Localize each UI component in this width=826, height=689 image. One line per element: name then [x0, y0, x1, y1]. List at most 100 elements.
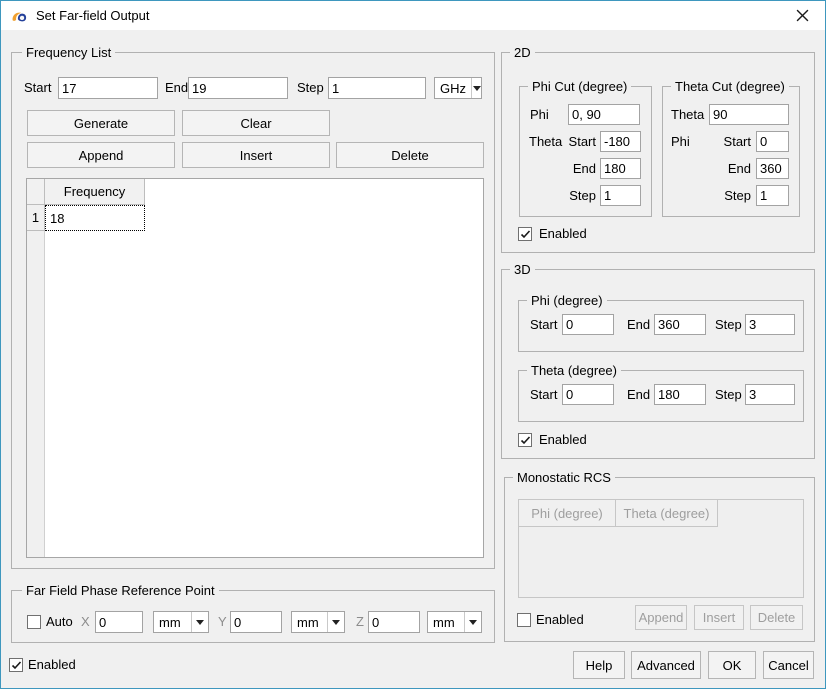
- 3d-phi-start-input[interactable]: [562, 314, 614, 335]
- frequency-list-group: Frequency List Start End Step GHz Genera…: [11, 52, 495, 569]
- theta-cut-group-label: Theta Cut (degree): [671, 79, 789, 94]
- theta-cut-step-input[interactable]: [756, 185, 789, 206]
- phase-reference-group: Far Field Phase Reference Point Auto X m…: [11, 590, 495, 643]
- freq-unit-select[interactable]: GHz: [434, 77, 482, 99]
- monostatic-rcs-table: Phi (degree) Theta (degree): [518, 499, 804, 598]
- check-icon: [520, 229, 531, 240]
- ok-button[interactable]: OK: [708, 651, 756, 679]
- phi-cut-phi-label: Phi: [530, 104, 549, 126]
- phi-cut-step-label: Step: [566, 185, 596, 207]
- freq-step-label: Step: [297, 77, 324, 99]
- phi-cut-step-input[interactable]: [600, 185, 641, 206]
- y-unit-value: mm: [292, 612, 327, 632]
- table-corner-cell[interactable]: [27, 179, 45, 205]
- 3d-theta-group-label: Theta (degree): [527, 363, 621, 378]
- 3d-phi-step-input[interactable]: [745, 314, 795, 335]
- frequency-list-group-label: Frequency List: [22, 45, 115, 60]
- 3d-theta-step-label: Step: [715, 384, 742, 406]
- y-input[interactable]: [230, 611, 282, 633]
- z-input[interactable]: [368, 611, 420, 633]
- 3d-phi-group-label: Phi (degree): [527, 293, 607, 308]
- 3d-theta-start-input[interactable]: [562, 384, 614, 405]
- 3d-enabled-checkbox[interactable]: [518, 433, 532, 447]
- footer-enabled-checkbox[interactable]: [9, 658, 23, 672]
- close-icon: [796, 9, 809, 22]
- phi-cut-group: Phi Cut (degree) Phi Theta Start End Ste…: [519, 86, 652, 217]
- rcs-delete-button: Delete: [750, 605, 803, 630]
- freq-step-input[interactable]: [328, 77, 426, 99]
- monostatic-rcs-group-label: Monostatic RCS: [513, 470, 615, 485]
- z-unit-select[interactable]: mm: [427, 611, 482, 633]
- auto-label: Auto: [46, 611, 73, 633]
- help-button[interactable]: Help: [573, 651, 625, 679]
- phi-cut-phi-input[interactable]: [568, 104, 640, 125]
- 3d-theta-step-input[interactable]: [745, 384, 795, 405]
- app-logo-icon: [11, 7, 28, 24]
- window-title: Set Far-field Output: [36, 8, 149, 23]
- insert-button[interactable]: Insert: [182, 142, 330, 168]
- close-button[interactable]: [787, 4, 817, 28]
- x-input[interactable]: [95, 611, 143, 633]
- z-label: Z: [356, 611, 364, 633]
- theta-cut-start-label: Start: [705, 131, 751, 153]
- rcs-enabled-checkbox[interactable]: [517, 613, 531, 627]
- phi-cut-start-label: Start: [566, 131, 596, 153]
- titlebar: Set Far-field Output: [1, 1, 825, 30]
- rcs-enabled-label: Enabled: [536, 609, 584, 631]
- row-header-1[interactable]: 1: [27, 205, 45, 231]
- cancel-button[interactable]: Cancel: [763, 651, 814, 679]
- append-button[interactable]: Append: [27, 142, 175, 168]
- rcs-theta-column-header: Theta (degree): [616, 500, 718, 527]
- monostatic-rcs-group: Monostatic RCS Phi (degree) Theta (degre…: [504, 477, 815, 642]
- check-icon: [11, 660, 22, 671]
- frequency-cell-1[interactable]: 18: [45, 205, 145, 231]
- freq-end-label: End: [165, 77, 188, 99]
- frequency-column-header[interactable]: Frequency: [45, 179, 145, 205]
- clear-button[interactable]: Clear: [182, 110, 330, 136]
- 2d-enabled-label: Enabled: [539, 223, 587, 245]
- 3d-phi-step-label: Step: [715, 314, 742, 336]
- set-far-field-output-dialog: Set Far-field Output Frequency List Star…: [0, 0, 826, 689]
- frequency-table: Frequency 1 18: [26, 178, 484, 558]
- 3d-group: 3D Phi (degree) Start End Step Theta (de…: [501, 269, 815, 459]
- dropdown-arrow-icon: [191, 612, 208, 632]
- y-unit-select[interactable]: mm: [291, 611, 345, 633]
- theta-cut-start-input[interactable]: [756, 131, 789, 152]
- 3d-theta-end-input[interactable]: [654, 384, 706, 405]
- phi-cut-end-label: End: [566, 158, 596, 180]
- x-unit-value: mm: [154, 612, 191, 632]
- theta-cut-group: Theta Cut (degree) Theta Phi Start End S…: [662, 86, 800, 217]
- advanced-button[interactable]: Advanced: [631, 651, 701, 679]
- phi-cut-group-label: Phi Cut (degree): [528, 79, 631, 94]
- x-unit-select[interactable]: mm: [153, 611, 209, 633]
- row-header-strip: [27, 179, 45, 557]
- 3d-theta-group: Theta (degree) Start End Step: [518, 370, 804, 422]
- freq-unit-value: GHz: [435, 78, 471, 98]
- theta-cut-theta-input[interactable]: [709, 104, 789, 125]
- y-label: Y: [218, 611, 227, 633]
- freq-start-label: Start: [24, 77, 51, 99]
- 3d-group-label: 3D: [510, 262, 535, 277]
- 3d-theta-end-label: End: [627, 384, 650, 406]
- 2d-enabled-checkbox[interactable]: [518, 227, 532, 241]
- dropdown-arrow-icon: [464, 612, 481, 632]
- theta-cut-theta-label: Theta: [671, 104, 704, 126]
- auto-checkbox[interactable]: [27, 615, 41, 629]
- rcs-phi-column-header: Phi (degree): [519, 500, 616, 527]
- rcs-insert-button: Insert: [694, 605, 744, 630]
- delete-button[interactable]: Delete: [336, 142, 484, 168]
- theta-cut-phi-label: Phi: [671, 131, 690, 153]
- freq-end-input[interactable]: [188, 77, 288, 99]
- theta-cut-end-label: End: [705, 158, 751, 180]
- phi-cut-end-input[interactable]: [600, 158, 641, 179]
- 2d-group-label: 2D: [510, 45, 535, 60]
- generate-button[interactable]: Generate: [27, 110, 175, 136]
- freq-start-input[interactable]: [58, 77, 158, 99]
- 3d-phi-end-input[interactable]: [654, 314, 706, 335]
- 3d-phi-end-label: End: [627, 314, 650, 336]
- x-label: X: [81, 611, 90, 633]
- phi-cut-start-input[interactable]: [600, 131, 641, 152]
- 3d-enabled-label: Enabled: [539, 429, 587, 451]
- dropdown-arrow-icon: [327, 612, 344, 632]
- theta-cut-end-input[interactable]: [756, 158, 789, 179]
